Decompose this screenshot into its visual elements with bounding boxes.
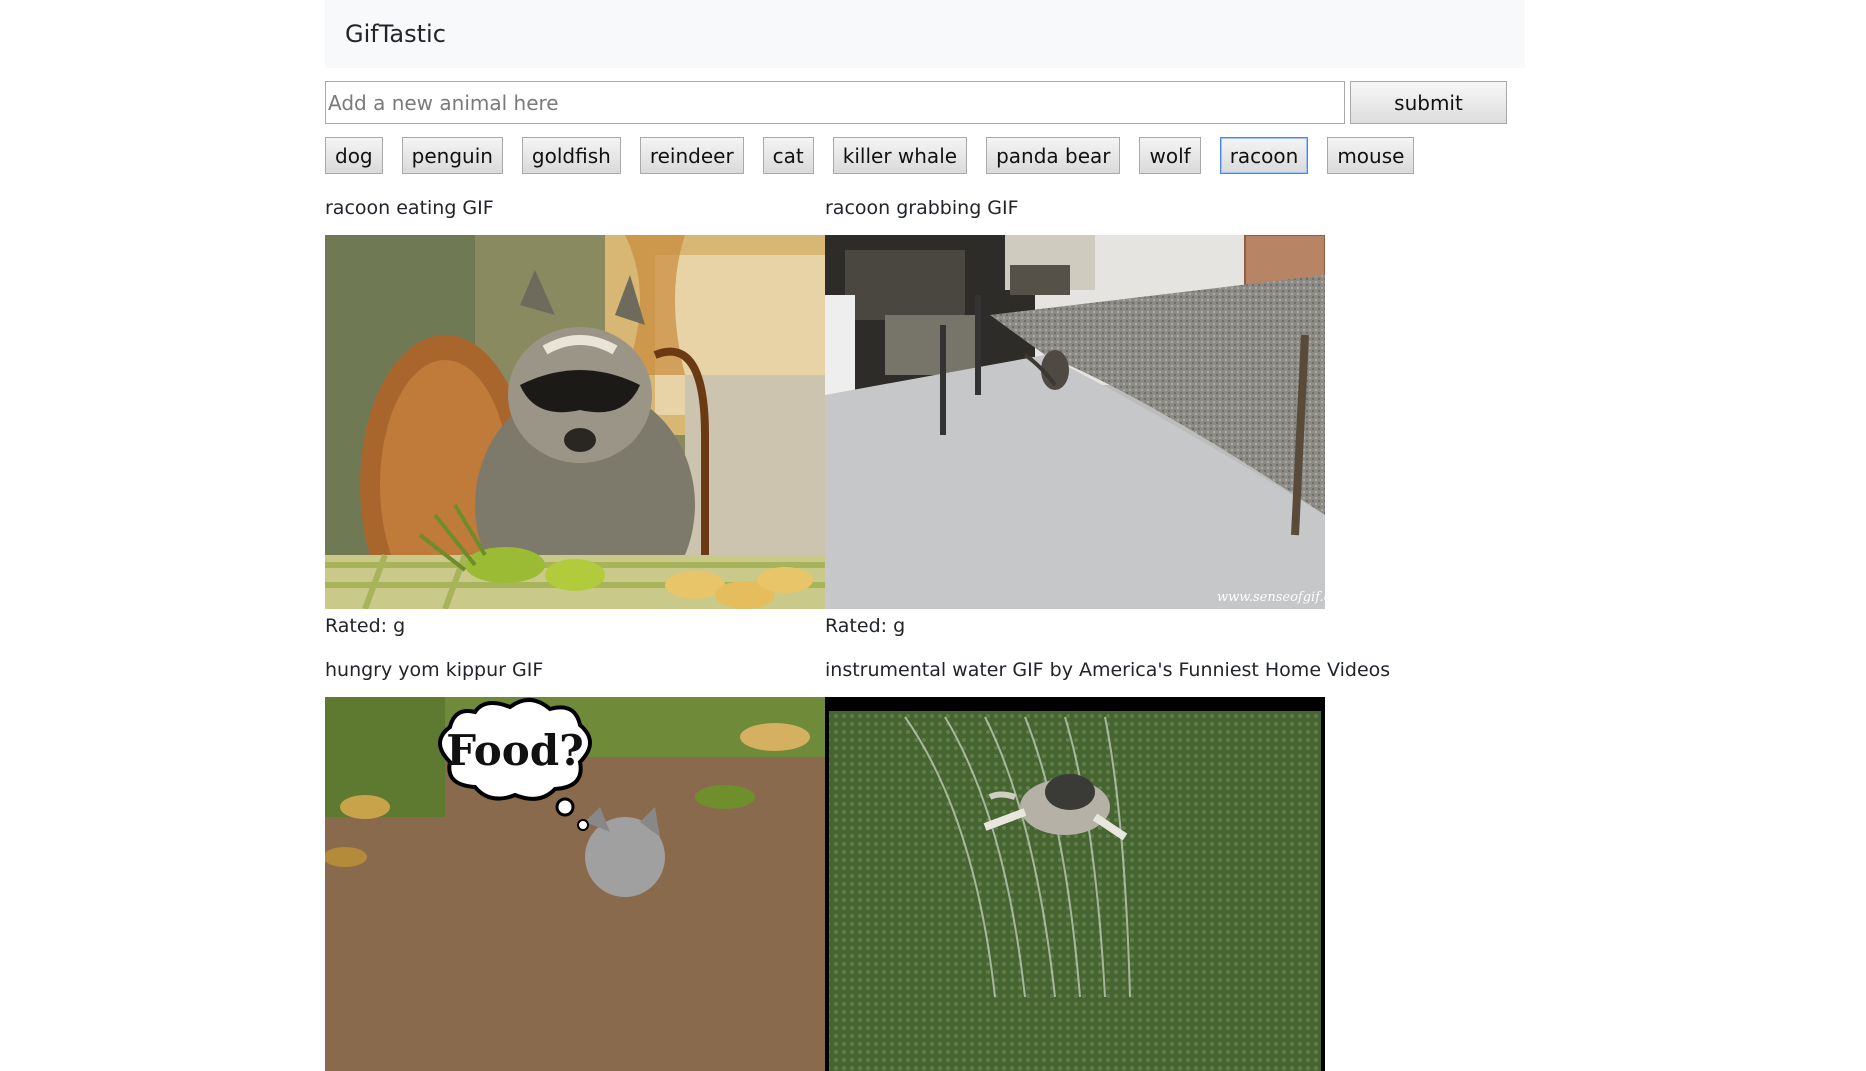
gif-rating: Rated: g: [825, 615, 906, 637]
submit-button[interactable]: submit: [1350, 81, 1507, 124]
gif-image-raccoon-food[interactable]: Food?: [325, 697, 825, 1071]
add-animal-form: submit: [325, 81, 1525, 124]
gif-title: racoon grabbing GIF: [825, 197, 1019, 219]
animal-button-killer-whale[interactable]: killer whale: [832, 137, 968, 174]
gif-image-raccoon-sprinkler[interactable]: [825, 697, 1325, 1071]
animal-button-reindeer[interactable]: reindeer: [639, 137, 744, 174]
page-container: GifTastic submit dog penguin goldfish re…: [325, 0, 1525, 1071]
animal-button-penguin[interactable]: penguin: [401, 137, 503, 174]
animal-button-dog[interactable]: dog: [325, 137, 383, 174]
gif-title: instrumental water GIF by America's Funn…: [825, 659, 1391, 681]
gif-rating: Rated: g: [325, 615, 406, 637]
gif-image-raccoon-eating[interactable]: [325, 235, 825, 609]
app-title[interactable]: GifTastic: [345, 20, 446, 48]
gif-card: racoon eating GIF Rated: g: [325, 191, 825, 653]
gif-card: hungry yom kippur GIF Food?: [325, 653, 825, 1071]
animal-button-panda-bear[interactable]: panda bear: [986, 137, 1121, 174]
animal-button-racoon[interactable]: racoon: [1219, 137, 1309, 174]
thought-bubble-text: Food?: [446, 726, 584, 775]
animal-button-mouse[interactable]: mouse: [1327, 137, 1415, 174]
animal-button-list: dog penguin goldfish reindeer cat killer…: [325, 137, 1525, 174]
navbar: GifTastic: [325, 0, 1525, 68]
animal-button-goldfish[interactable]: goldfish: [521, 137, 621, 174]
gif-title: racoon eating GIF: [325, 197, 494, 219]
animal-button-wolf[interactable]: wolf: [1139, 137, 1201, 174]
gif-card: instrumental water GIF by America's Funn…: [825, 653, 1391, 1071]
watermark-text: www.senseofgif.com: [1217, 590, 1325, 605]
animal-button-cat[interactable]: cat: [762, 137, 814, 174]
gif-image-raccoon-grabbing[interactable]: www.senseofgif.com: [825, 235, 1325, 609]
gif-results: racoon eating GIF Rated: g racoon grabbi…: [325, 191, 1391, 1071]
animal-input[interactable]: [325, 81, 1345, 124]
gif-card: racoon grabbing GIF www.senseofgif. Rate…: [825, 191, 1325, 653]
gif-title: hungry yom kippur GIF: [325, 659, 544, 681]
